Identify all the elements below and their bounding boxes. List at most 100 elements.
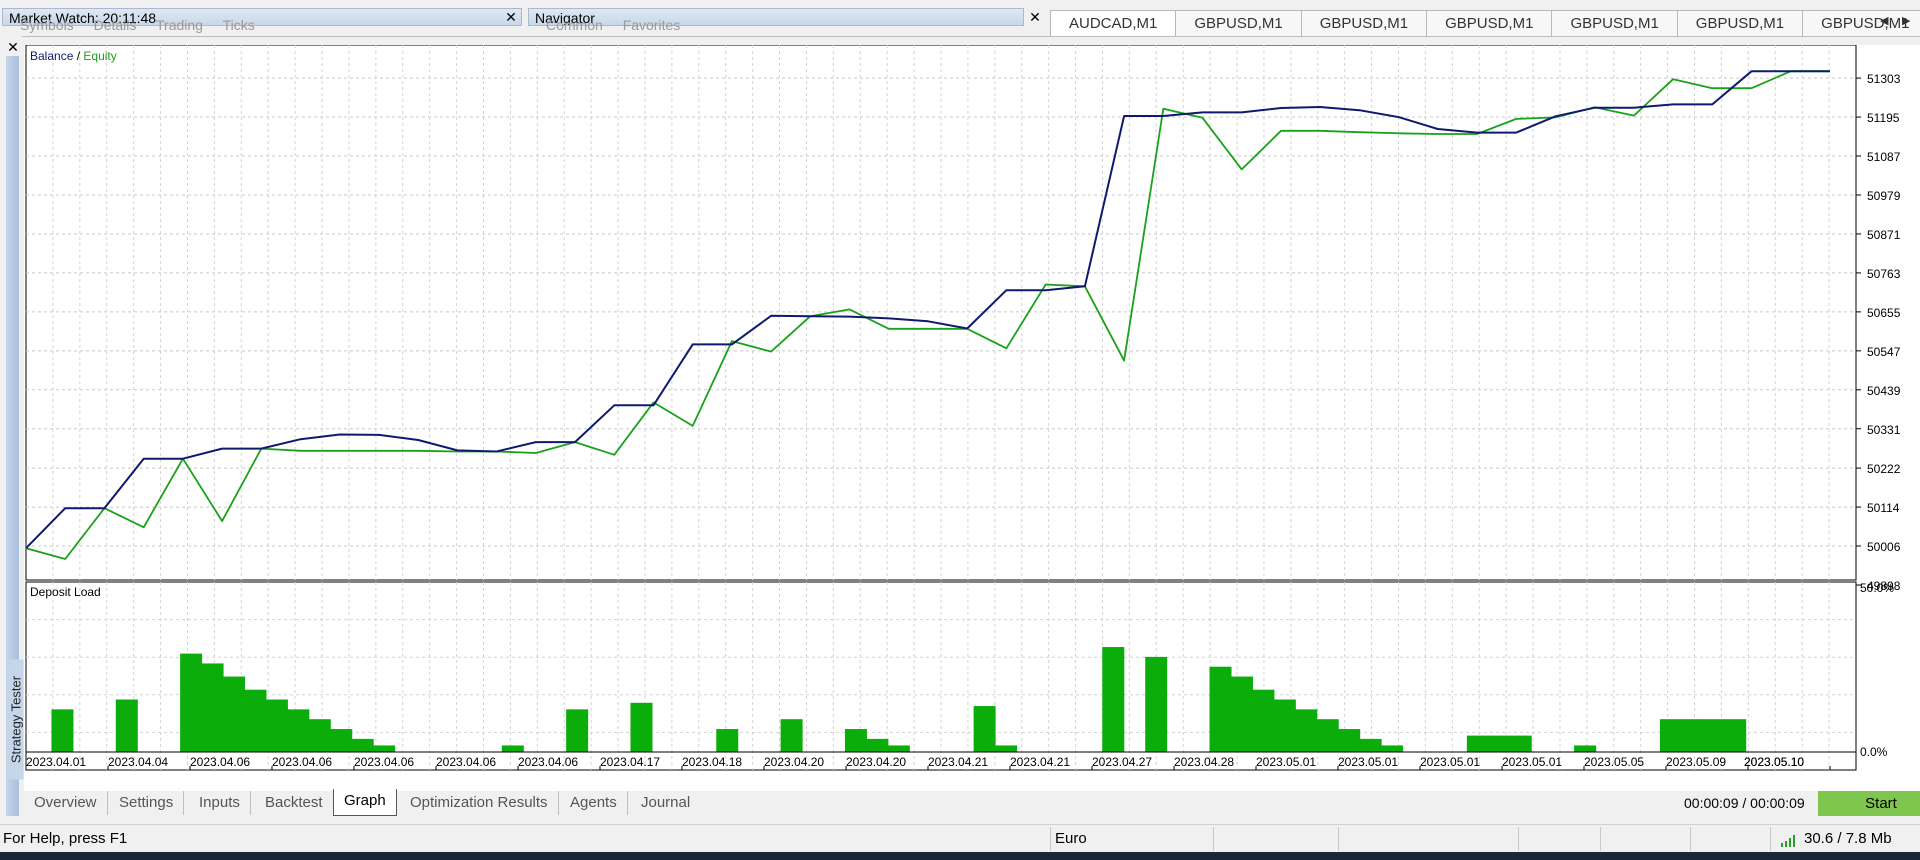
y-tick-label: 50006 <box>1867 540 1901 554</box>
start-button[interactable]: Start <box>1818 791 1920 816</box>
chart-tab[interactable]: GBPUSD,M1 <box>1300 10 1428 36</box>
status-divider <box>1518 827 1519 851</box>
status-divider <box>1690 827 1691 851</box>
deposit-bar <box>630 702 653 752</box>
chart-tabs: AUDCAD,M1 GBPUSD,M1 GBPUSD,M1 GBPUSD,M1 GBPU… <box>1050 10 1920 36</box>
chart-tab[interactable]: GBPUSD,M1 <box>1676 10 1804 36</box>
close-market-watch-icon[interactable]: ✕ <box>502 8 520 26</box>
deposit-bar <box>201 663 224 752</box>
scroll-left-icon[interactable]: ◀ <box>1880 14 1888 27</box>
deposit-bar <box>223 676 246 752</box>
chart-tab[interactable]: GBPUSD,M1 <box>1426 10 1553 36</box>
y-tick-label: 50439 <box>1867 384 1901 398</box>
deposit-bar <box>330 729 353 752</box>
deposit-bar <box>244 689 267 752</box>
test-time-readout: 00:00:09 / 00:00:09 <box>1684 795 1805 811</box>
x-tick-label: 2023.04.17 <box>600 755 660 769</box>
x-tick-label: 2023.04.21 <box>928 755 988 769</box>
tab-common[interactable]: Common <box>546 17 603 33</box>
y-tick-label: 51303 <box>1867 72 1901 86</box>
x-tick-label: 2023.04.06 <box>518 755 578 769</box>
market-watch-tabs[interactable]: Symbols Details Trading Ticks <box>20 17 271 33</box>
tester-tabs: Overview Settings Inputs Backtest Graph … <box>24 789 1920 817</box>
tab-graph[interactable]: Graph <box>333 789 397 816</box>
tab-symbols[interactable]: Symbols <box>20 17 74 33</box>
deposit-bar <box>351 738 374 752</box>
x-tick-label: 2023.04.01 <box>26 755 86 769</box>
tab-details[interactable]: Details <box>94 17 137 33</box>
close-tester-icon[interactable]: ✕ <box>4 38 22 56</box>
tab-optimization-results[interactable]: Optimization Results <box>400 791 559 815</box>
x-tick-label: 2023.05.01 <box>1256 755 1316 769</box>
deposit-bar <box>1295 709 1318 752</box>
x-tick-label: 2023.04.21 <box>1010 755 1070 769</box>
deposit-bar <box>1681 719 1704 752</box>
chart-tab[interactable]: AUDCAD,M1 <box>1050 10 1177 36</box>
deposit-bar <box>1338 729 1361 752</box>
x-tick-label: 2023.04.06 <box>272 755 332 769</box>
chart-tab[interactable]: GBPUSD,M1 <box>1551 10 1678 36</box>
deposit-bar <box>1466 735 1489 752</box>
deposit-bar <box>308 719 331 752</box>
chart-tab[interactable]: GBPUSD,M1 <box>1175 10 1302 36</box>
y-tick-label: 51195 <box>1867 111 1900 125</box>
deposit-bar <box>180 653 203 752</box>
tab-journal[interactable]: Journal <box>631 791 700 815</box>
legend-equity: Equity <box>83 49 116 63</box>
y-tick-label: 50655 <box>1867 306 1901 320</box>
scroll-right-icon[interactable]: ▶ <box>1902 14 1910 27</box>
graph-svg: 4989850006501145022250331504395054750655… <box>25 33 1901 771</box>
navigator-tabs[interactable]: Common Favorites <box>546 17 696 33</box>
tab-overview[interactable]: Overview <box>24 791 108 815</box>
deposit-bar <box>995 745 1018 752</box>
tab-favorites[interactable]: Favorites <box>623 17 681 33</box>
status-divider <box>1050 827 1051 851</box>
x-tick-label: 2023.04.20 <box>846 755 906 769</box>
x-tick-label: 2023.04.20 <box>764 755 824 769</box>
tester-graph: 49898 50006 50114 50222 50331 50439 50547 50655… <box>24 33 1920 791</box>
chart-legend: Balance / Equity <box>30 49 117 63</box>
y-tick-label: 50331 <box>1867 423 1901 437</box>
deposit-bar <box>866 738 889 752</box>
status-divider <box>1770 827 1771 851</box>
deposit-y-max-label: 50.0% <box>1860 581 1894 595</box>
deposit-bar <box>1316 719 1339 752</box>
deposit-bar <box>501 745 524 752</box>
y-tick-label: 50871 <box>1867 228 1901 242</box>
x-tick-label: 2023.04.06 <box>190 755 250 769</box>
close-navigator-icon[interactable]: ✕ <box>1026 8 1044 26</box>
tab-ticks[interactable]: Ticks <box>223 17 255 33</box>
x-tick-label: 2023.04.18 <box>682 755 742 769</box>
deposit-bar <box>1659 719 1682 752</box>
x-tick-label: 2023.05.09 <box>1666 755 1726 769</box>
deposit-bar <box>1488 735 1511 752</box>
deposit-bar <box>844 729 867 752</box>
deposit-bar <box>1102 647 1125 752</box>
x-tick-label: 2023.05.01 <box>1502 755 1562 769</box>
legend-balance: Balance <box>30 49 74 63</box>
tab-settings[interactable]: Settings <box>109 791 185 815</box>
deposit-bar <box>1381 745 1404 752</box>
deposit-bar <box>115 699 138 752</box>
x-tick-label: 2023.04.04 <box>108 755 168 769</box>
deposit-bar <box>51 709 74 752</box>
strategy-tester-label: Strategy Tester <box>8 659 24 780</box>
help-text: For Help, press F1 <box>3 830 128 847</box>
deposit-bar <box>1273 699 1296 752</box>
legend-separator: / <box>73 49 83 63</box>
tab-backtest[interactable]: Backtest <box>255 791 334 815</box>
taskbar-strip <box>0 852 1920 860</box>
deposit-bar <box>716 729 739 752</box>
deposit-bar <box>887 745 910 752</box>
x-tick-label: 2023.05.01 <box>1420 755 1480 769</box>
tab-inputs[interactable]: Inputs <box>189 791 251 815</box>
tab-agents[interactable]: Agents <box>560 791 628 815</box>
x-tick-label: 2023.05.10 <box>1744 755 1804 769</box>
deposit-bar <box>1230 676 1253 752</box>
status-bar: For Help, press F1 Euro 30.6 / 7.8 Mb <box>0 824 1920 853</box>
x-tick-label: 2023.04.06 <box>436 755 496 769</box>
status-divider <box>1213 827 1214 851</box>
deposit-bar <box>973 706 996 752</box>
tab-trading[interactable]: Trading <box>156 17 203 33</box>
y-tick-label: 50114 <box>1867 501 1900 515</box>
